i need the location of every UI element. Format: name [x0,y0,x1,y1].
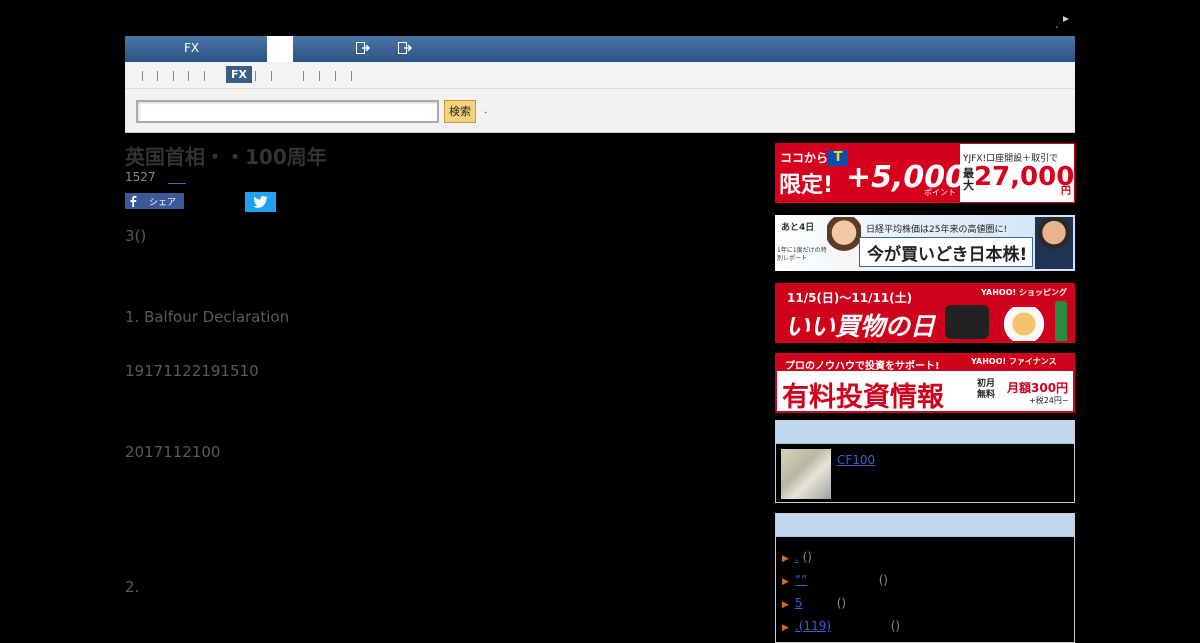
banner-top: プロのノウハウで投資をサポート! [785,361,940,372]
nav-tab-fx[interactable]: FX [184,36,199,62]
ramen-image [1001,307,1047,341]
bullet-arrow-icon: ▶ [782,600,789,610]
banner-points-unit: ポイント [924,188,956,197]
facebook-share-label: シェア [149,198,177,208]
facebook-icon [130,195,137,207]
banner-tax: +税24円~ [1029,396,1069,405]
banner-days: あと4日 [781,223,815,233]
bullet-arrow-icon: ▶ [782,623,789,633]
subnav-separator [351,71,352,81]
article-paragraph: 2017112100 [125,443,221,461]
sub-nav: FX [125,62,1075,89]
presenter-photo-man [1035,217,1073,269]
bullet-arrow-icon: ▶ [782,554,789,564]
ranking-item: ▶ “” () [782,573,888,587]
widget-article-link[interactable]: CF100 [837,453,875,467]
twitter-icon [253,196,268,208]
subnav-separator [255,71,256,81]
article-paragraph: 1. Balfour Declaration [125,308,290,326]
banner-brand: YAHOO! ファイナンス [971,357,1057,366]
search-bar: 検索 . [125,89,1075,133]
ranking-item: ▶ 5 () [782,596,846,610]
t-point-icon: T [828,150,848,166]
article-paragraph: 19171122191510 [125,362,259,380]
twitter-share-button[interactable] [245,192,276,212]
article-paragraph: 3() [125,227,147,245]
ranking-item-suffix: () [802,550,812,564]
article-meta-link[interactable] [168,170,186,184]
money-thumbnail[interactable] [781,449,831,499]
banner-right-amount: 27,000 [974,162,1075,192]
banner-price: 月額300円 [1007,381,1069,395]
ad-banner-finance[interactable]: プロのノウハウで投資をサポート! YAHOO! ファイナンス 有料投資情報 初月… [775,353,1075,413]
article-title: 英国首相・・100周年 [125,145,327,169]
nav-tab-active[interactable] [267,36,293,62]
camera-image [945,305,989,339]
banner-line1: ココから [780,151,829,165]
search-button[interactable]: 検索 [444,100,476,123]
ranking-item: ▶ .(119) () [782,619,900,633]
subnav-separator [335,71,336,81]
ranking-item-link[interactable]: “” [795,573,875,587]
subnav-separator [173,71,174,81]
banner-dates: 11/5(日)～11/11(土) [787,291,913,305]
subnav-separator [157,71,158,81]
subnav-separator [303,71,304,81]
banner-line2: 限定! [779,173,834,198]
ranking-item-link[interactable]: .(119) [795,619,887,633]
sidebar-ranking-box: ▶. () ▶ “” () ▶ 5 () ▶ .(119) () [775,513,1075,643]
article-meta-count: 1527 [125,170,156,184]
subnav-fx-badge[interactable]: FX [226,66,252,83]
banner-main: 有料投資情報 [782,382,944,413]
cursor-icon [1063,16,1069,22]
bottle-image [1055,301,1067,341]
ranking-item-suffix: () [878,573,889,587]
logout-icon[interactable] [356,42,370,54]
banner-main: いい買物の日 [785,312,936,341]
widget-header [776,421,1074,444]
banner-free: 初月無料 [977,379,996,400]
banner-brand: YAHOO! ショッピング [981,288,1067,297]
sidebar-widget-box: CF100 [775,420,1075,503]
subnav-separator [319,71,320,81]
ad-banner-yjfx[interactable]: ココから 限定! T +5,000 ポイント YJFX!口座開設＋取引で 最大 … [775,143,1075,203]
top-nav: FX [125,36,1075,63]
article-paragraph: 2. [125,578,140,596]
bullet-arrow-icon: ▶ [782,577,789,587]
banner-sub: 1年に1度だけの特別レポート [777,247,827,262]
facebook-share-button[interactable]: シェア [125,193,184,209]
ranking-item-link[interactable]: 5 [795,596,833,610]
search-trailing-text: . [484,105,488,116]
ranking-item-link[interactable]: . [795,550,799,564]
subnav-separator [271,71,272,81]
subnav-separator [142,71,143,81]
corner-dot [1056,26,1058,28]
banner-right-yen: 円 [1061,186,1071,197]
ad-banner-stock-report[interactable]: あと4日 1年に1度だけの特別レポート 日経平均株価は25年来の高値圏に! 今が… [775,215,1075,271]
ranking-item: ▶. () [782,550,812,564]
search-input[interactable] [136,100,439,123]
ad-banner-shopping[interactable]: 11/5(日)～11/11(土) YAHOO! ショッピング いい買物の日 [775,283,1075,343]
ranking-header [776,514,1074,537]
ranking-item-suffix: () [836,596,847,610]
subnav-separator [188,71,189,81]
presenter-photo-woman [827,217,861,269]
banner-top: 日経平均株価は25年来の高値圏に! [866,225,1008,235]
ranking-item-suffix: () [890,619,901,633]
subnav-separator [204,71,205,81]
logout-icon[interactable] [398,42,412,54]
banner-main: 今が買いどき日本株! [867,245,1028,265]
